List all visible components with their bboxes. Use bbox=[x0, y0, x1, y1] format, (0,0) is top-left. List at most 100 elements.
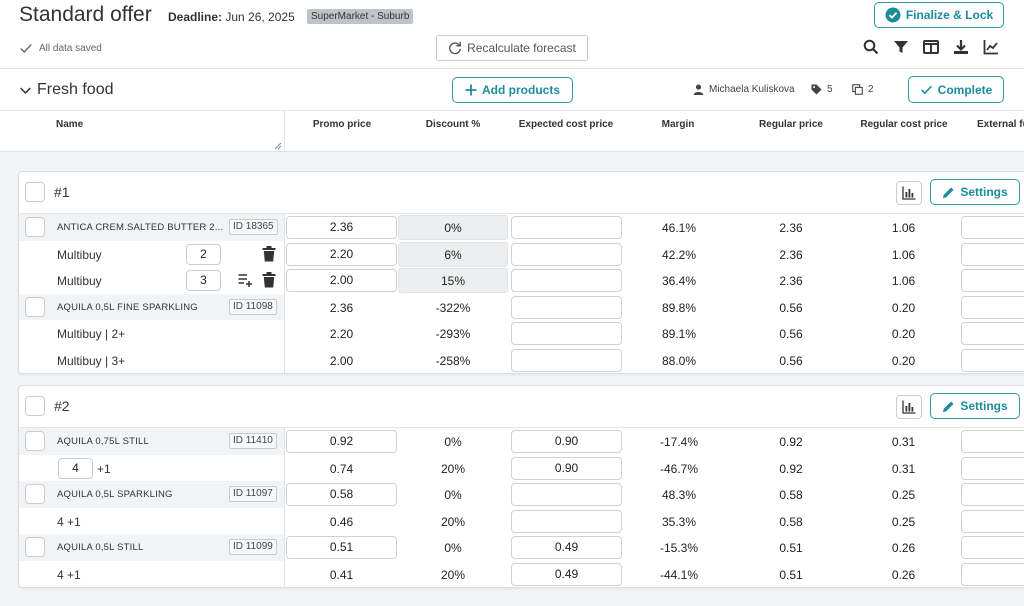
expected-cost-input[interactable] bbox=[511, 348, 622, 372]
expected-cost-input[interactable] bbox=[511, 509, 622, 533]
add-products-button[interactable]: Add products bbox=[452, 77, 573, 103]
name-cell: Multibuy 2 bbox=[19, 240, 285, 267]
resize-handle-icon[interactable] bbox=[274, 142, 282, 150]
section-bar: Fresh food Add products Michaela Kulisko… bbox=[0, 69, 1024, 111]
external-input[interactable] bbox=[961, 216, 1024, 239]
col-header-regular-price[interactable]: Regular price bbox=[746, 119, 836, 130]
table-row: Multibuy 3 2.00 15% 36.4% 2.36 1.06 bbox=[19, 267, 1024, 294]
product-id-badge: ID 11098 bbox=[229, 298, 277, 315]
name-cell: 4 +1 bbox=[19, 507, 285, 534]
col-header-external[interactable]: External fu bbox=[977, 119, 1024, 130]
external-input[interactable] bbox=[961, 456, 1024, 480]
regular-price-value: 0.92 bbox=[779, 435, 803, 449]
group-header: #1 Settings bbox=[19, 172, 1024, 214]
recalculate-forecast-button[interactable]: Recalculate forecast bbox=[436, 35, 588, 61]
expected-cost-input[interactable] bbox=[511, 483, 622, 506]
col-header-discount[interactable]: Discount % bbox=[408, 119, 498, 130]
regular-cost-value: 0.31 bbox=[891, 435, 916, 449]
bonus-qty-input[interactable]: 4 bbox=[58, 457, 93, 479]
promo-price-input[interactable]: 0.51 bbox=[286, 536, 397, 559]
table-row: Multibuy 2 2.20 6% 42.2% 2.36 1.06 bbox=[19, 240, 1024, 267]
page-title: Standard offer bbox=[19, 3, 152, 26]
chart-button[interactable] bbox=[896, 181, 922, 205]
expected-cost-input[interactable] bbox=[511, 295, 622, 319]
regular-cost-value: 0.20 bbox=[891, 353, 916, 368]
external-input[interactable] bbox=[961, 322, 1024, 345]
complete-button[interactable]: Complete bbox=[908, 76, 1004, 103]
col-header-name[interactable]: Name bbox=[56, 119, 83, 130]
section-title: Fresh food bbox=[37, 81, 114, 98]
trash-icon[interactable] bbox=[262, 245, 276, 262]
chart-line-icon[interactable] bbox=[982, 38, 999, 55]
multibuy-qty-input[interactable]: 2 bbox=[186, 243, 221, 265]
chart-button[interactable] bbox=[896, 395, 922, 419]
row-checkbox[interactable] bbox=[25, 217, 45, 237]
promo-price-input[interactable]: 2.00 bbox=[286, 269, 397, 292]
search-icon[interactable] bbox=[862, 38, 879, 55]
col-header-regular-cost[interactable]: Regular cost price bbox=[853, 119, 955, 130]
product-id-badge: ID 11099 bbox=[229, 539, 277, 555]
name-column-header[interactable] bbox=[0, 111, 285, 152]
list-add-icon[interactable] bbox=[238, 273, 253, 288]
tag-count: 5 bbox=[811, 84, 833, 95]
row-checkbox[interactable] bbox=[25, 484, 45, 504]
regular-cost-value: 0.25 bbox=[891, 488, 916, 502]
row-checkbox[interactable] bbox=[25, 431, 45, 451]
margin-value: 46.1% bbox=[661, 221, 697, 235]
row-checkbox[interactable] bbox=[25, 296, 45, 317]
expected-cost-input[interactable] bbox=[511, 322, 622, 345]
promo-price-input[interactable]: 0.58 bbox=[286, 483, 397, 506]
external-input[interactable] bbox=[961, 269, 1024, 292]
external-input[interactable] bbox=[961, 242, 1024, 266]
expected-cost-input[interactable]: 0.90 bbox=[511, 430, 622, 453]
expected-cost-input[interactable] bbox=[511, 269, 622, 292]
check-circle-icon bbox=[885, 7, 901, 23]
group-checkbox[interactable] bbox=[25, 396, 45, 416]
promo-price-input[interactable]: 2.20 bbox=[286, 242, 397, 266]
expected-cost-input[interactable]: 0.49 bbox=[511, 562, 622, 586]
col-header-expected-cost[interactable]: Expected cost price bbox=[508, 119, 624, 130]
promo-price-value: 0.74 bbox=[329, 461, 354, 476]
promo-price-input[interactable]: 0.92 bbox=[286, 430, 397, 453]
expected-cost-input[interactable] bbox=[511, 216, 622, 239]
expected-cost-input[interactable]: 0.90 bbox=[511, 456, 622, 480]
expected-cost-input[interactable]: 0.49 bbox=[511, 536, 622, 559]
regular-price-value: 2.36 bbox=[779, 221, 803, 235]
promo-price-value: 0.41 bbox=[329, 567, 354, 582]
multibuy-label: Multibuy bbox=[57, 274, 102, 288]
row-checkbox[interactable] bbox=[25, 537, 45, 557]
table-row: 4 +1 0.46 20% 35.3% 0.58 0.25 bbox=[19, 507, 1024, 534]
external-input[interactable] bbox=[961, 295, 1024, 319]
product-name: ANTICA CREM.SALTED BUTTER 2... bbox=[57, 222, 224, 233]
section-toggle[interactable]: Fresh food bbox=[19, 81, 113, 99]
external-input[interactable] bbox=[961, 509, 1024, 533]
columns-icon[interactable] bbox=[922, 38, 939, 55]
settings-button[interactable]: Settings bbox=[930, 393, 1020, 419]
col-header-margin[interactable]: Margin bbox=[633, 119, 723, 130]
external-input[interactable] bbox=[961, 348, 1024, 372]
regular-price-value: 0.56 bbox=[779, 300, 803, 315]
settings-button[interactable]: Settings bbox=[930, 179, 1020, 205]
group-checkbox[interactable] bbox=[25, 182, 45, 202]
table-row: AQUILA 0,5L STILL ID 11099 0.51 0% 0.49 -15.3… bbox=[19, 534, 1024, 561]
check-icon bbox=[20, 44, 32, 53]
table-row: AQUILA 0,75L STILL ID 11410 0.92 0% 0.90 -17.… bbox=[19, 428, 1024, 455]
multibuy-qty-input[interactable]: 3 bbox=[186, 270, 221, 291]
copy-count: 2 bbox=[852, 84, 874, 95]
table-row: 4 +1 0.41 20% 0.49 -44.1% 0.51 0.26 bbox=[19, 560, 1024, 587]
external-input[interactable] bbox=[961, 536, 1024, 559]
trash-icon[interactable] bbox=[262, 272, 276, 288]
external-input[interactable] bbox=[961, 562, 1024, 586]
discount-value: -322% bbox=[435, 300, 471, 315]
promo-price-input[interactable]: 2.36 bbox=[286, 216, 397, 239]
name-cell: 4 +1 bbox=[19, 454, 285, 481]
finalize-lock-button[interactable]: Finalize & Lock bbox=[874, 2, 1004, 28]
download-icon[interactable] bbox=[952, 38, 969, 55]
regular-cost-value: 0.31 bbox=[891, 461, 916, 476]
external-input[interactable] bbox=[961, 430, 1024, 453]
margin-value: -17.4% bbox=[659, 435, 699, 449]
external-input[interactable] bbox=[961, 483, 1024, 506]
expected-cost-input[interactable] bbox=[511, 242, 622, 266]
filter-icon[interactable] bbox=[892, 38, 909, 55]
col-header-promo-price[interactable]: Promo price bbox=[297, 119, 387, 130]
